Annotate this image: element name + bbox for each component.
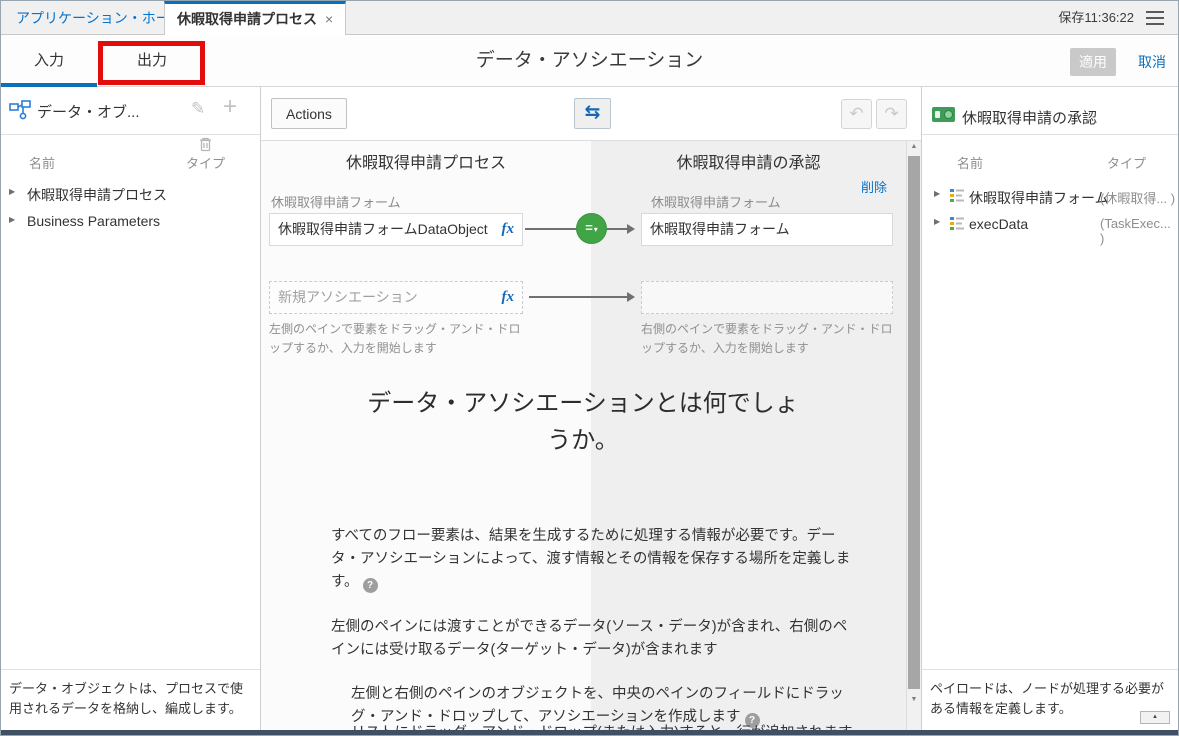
tree-row-form[interactable]: ▶ 休暇取得申請フォーム (休暇取得... ) — [922, 185, 1178, 209]
mapping-arrow-line — [529, 296, 629, 298]
window-bottom-border — [1, 730, 1178, 735]
add-data-object-icon[interactable]: + — [223, 93, 237, 121]
help-icon[interactable]: ? — [363, 578, 378, 593]
delete-link[interactable]: 削除 — [861, 177, 887, 196]
top-tab-bar: アプリケーション・ホーム 休暇取得申請プロセス× 保存11:36:22 — [1, 1, 1178, 35]
divider — [1, 669, 260, 670]
right-panel-title: 休暇取得申請の承認 — [962, 107, 1097, 128]
save-status: 保存11:36:22 — [1058, 1, 1134, 35]
page-title: データ・アソシエーション — [201, 35, 978, 87]
human-task-icon — [932, 107, 955, 122]
target-field-label: 休暇取得申請フォーム — [651, 192, 781, 211]
business-object-icon — [950, 189, 964, 206]
help-paragraph-1: すべてのフロー要素は、結果を生成するために処理する情報が必要です。データ・アソシ… — [331, 528, 850, 590]
divider — [922, 669, 1178, 670]
target-hint: 右側のペインで要素をドラッグ・アンド・ドロップするか、入力を開始します — [641, 320, 903, 357]
data-objects-icon — [9, 100, 31, 127]
fx-expression-icon[interactable]: fx — [502, 214, 515, 245]
mapping-arrow-head — [627, 292, 635, 302]
chevron-right-icon[interactable]: ▶ — [934, 189, 940, 198]
chevron-right-icon[interactable]: ▶ — [9, 215, 15, 224]
tree-row-label: execData — [969, 216, 1028, 232]
vertical-scrollbar[interactable]: ▲ ▼ — [906, 141, 921, 730]
actions-button[interactable]: Actions — [271, 98, 347, 129]
application-window: アプリケーション・ホーム 休暇取得申請プロセス× 保存11:36:22 入力 出… — [0, 0, 1179, 736]
left-panel-title: データ・オブ... — [37, 101, 140, 122]
scroll-down-icon[interactable]: ▼ — [907, 696, 921, 703]
tab-process-label: 休暇取得申請プロセス — [177, 11, 317, 27]
divider — [1, 134, 260, 135]
right-footer-note: ペイロードは、ノードが処理する必要がある情報を定義します。 — [930, 679, 1172, 719]
target-value-input[interactable]: 休暇取得申請フォーム — [641, 213, 893, 246]
new-association-target-input[interactable] — [641, 281, 893, 314]
redo-icon[interactable]: ↷ — [876, 99, 907, 129]
chevron-down-icon: ▾ — [594, 225, 598, 234]
tab-output[interactable]: 出力 — [97, 35, 207, 87]
tree-row-label: Business Parameters — [27, 213, 160, 229]
data-association-header: 入力 出力 データ・アソシエーション 適用 取消 — [1, 35, 1178, 87]
business-object-icon — [950, 217, 964, 234]
tree-row-process[interactable]: ▶ 休暇取得申請プロセス — [1, 183, 260, 207]
mapping-area: 休暇取得申請プロセス 休暇取得申請の承認 削除 休暇取得申請フォーム 休暇取得申… — [261, 141, 921, 730]
operator-value: = — [585, 220, 593, 235]
right-col-type: タイプ — [1107, 153, 1146, 172]
help-heading: データ・アソシエーションとは何でしょうか。 — [363, 385, 803, 459]
mapping-toolbar: Actions ⇆ ↶ ↷ — [261, 87, 921, 141]
source-value-text: 休暇取得申請フォームDataObject — [278, 221, 488, 237]
close-icon[interactable]: × — [325, 11, 333, 27]
tree-row-label: 休暇取得申請プロセス — [27, 185, 167, 205]
fx-expression-icon[interactable]: fx — [502, 282, 515, 313]
collapse-up-icon[interactable]: ▲ — [1140, 711, 1170, 724]
left-col-type: タイプ — [186, 153, 225, 172]
tree-row-business-parameters[interactable]: ▶ Business Parameters — [1, 211, 260, 235]
edit-icon[interactable]: ✎ — [191, 99, 205, 119]
new-association-input[interactable]: 新規アソシエーション fx — [269, 281, 523, 314]
left-col-name: 名前 — [29, 153, 55, 172]
tab-process[interactable]: 休暇取得申請プロセス × — [164, 1, 346, 35]
undo-icon[interactable]: ↶ — [841, 99, 872, 129]
help-paragraph-clipped: リストにドラッグ・アンド・ドロップ(または入力)すると、行が追加されます — [351, 721, 871, 730]
auto-mapping-icon[interactable]: ⇆ — [574, 98, 611, 129]
data-objects-panel: データ・オブ... ✎ + 名前 タイプ ▶ 休暇取得申請プロセス ▶ Busi… — [1, 87, 261, 730]
operator-badge[interactable]: =▾ — [577, 214, 606, 243]
source-hint: 左側のペインで要素をドラッグ・アンド・ドロップするか、入力を開始します — [269, 320, 531, 357]
apply-button[interactable]: 適用 — [1070, 48, 1116, 76]
payload-panel: 休暇取得申請の承認 名前 タイプ ▶ 休暇取得申請フォーム (休暇取得... )… — [921, 87, 1178, 730]
scrollbar-thumb[interactable] — [908, 156, 920, 689]
help-paragraph-2: 左側のペインには渡すことができるデータ(ソース・データ)が含まれ、右側のペインに… — [331, 619, 847, 658]
tree-row-type: (TaskExec... ) — [1100, 216, 1178, 246]
mapping-panel: Actions ⇆ ↶ ↷ 休暇取得申請プロセス 休暇取得申請の承認 削除 休暇… — [261, 87, 921, 730]
target-column-header: 休暇取得申請の承認 — [591, 149, 906, 173]
hamburger-menu-icon[interactable] — [1146, 11, 1164, 25]
scroll-up-icon[interactable]: ▲ — [907, 143, 921, 150]
chevron-right-icon[interactable]: ▶ — [934, 217, 940, 226]
source-value-input[interactable]: 休暇取得申請フォームDataObject fx — [269, 213, 523, 246]
source-field-label: 休暇取得申請フォーム — [271, 192, 401, 211]
tree-row-type: (休暇取得... ) — [1100, 188, 1175, 207]
help-paragraphs: すべてのフロー要素は、結果を生成するために処理する情報が必要です。データ・アソシ… — [331, 525, 859, 730]
tab-input[interactable]: 入力 — [1, 35, 97, 87]
new-association-placeholder: 新規アソシエーション — [278, 289, 418, 305]
right-col-name: 名前 — [957, 153, 983, 172]
target-value-text: 休暇取得申請フォーム — [650, 221, 790, 237]
cancel-button[interactable]: 取消 — [1138, 48, 1166, 76]
help-paragraph-3: 左側と右側のペインのオブジェクトを、中央のペインのフィールドにドラッグ・アンド・… — [351, 686, 844, 725]
mapping-arrow-head — [627, 224, 635, 234]
left-footer-note: データ・オブジェクトは、プロセスで使用されるデータを格納し、編成します。 — [9, 679, 254, 719]
divider — [922, 134, 1178, 135]
source-column-header: 休暇取得申請プロセス — [261, 149, 591, 173]
tree-row-label: 休暇取得申請フォーム — [969, 188, 1109, 208]
tree-row-execdata[interactable]: ▶ execData (TaskExec... ) — [922, 213, 1178, 237]
chevron-right-icon[interactable]: ▶ — [9, 187, 15, 196]
